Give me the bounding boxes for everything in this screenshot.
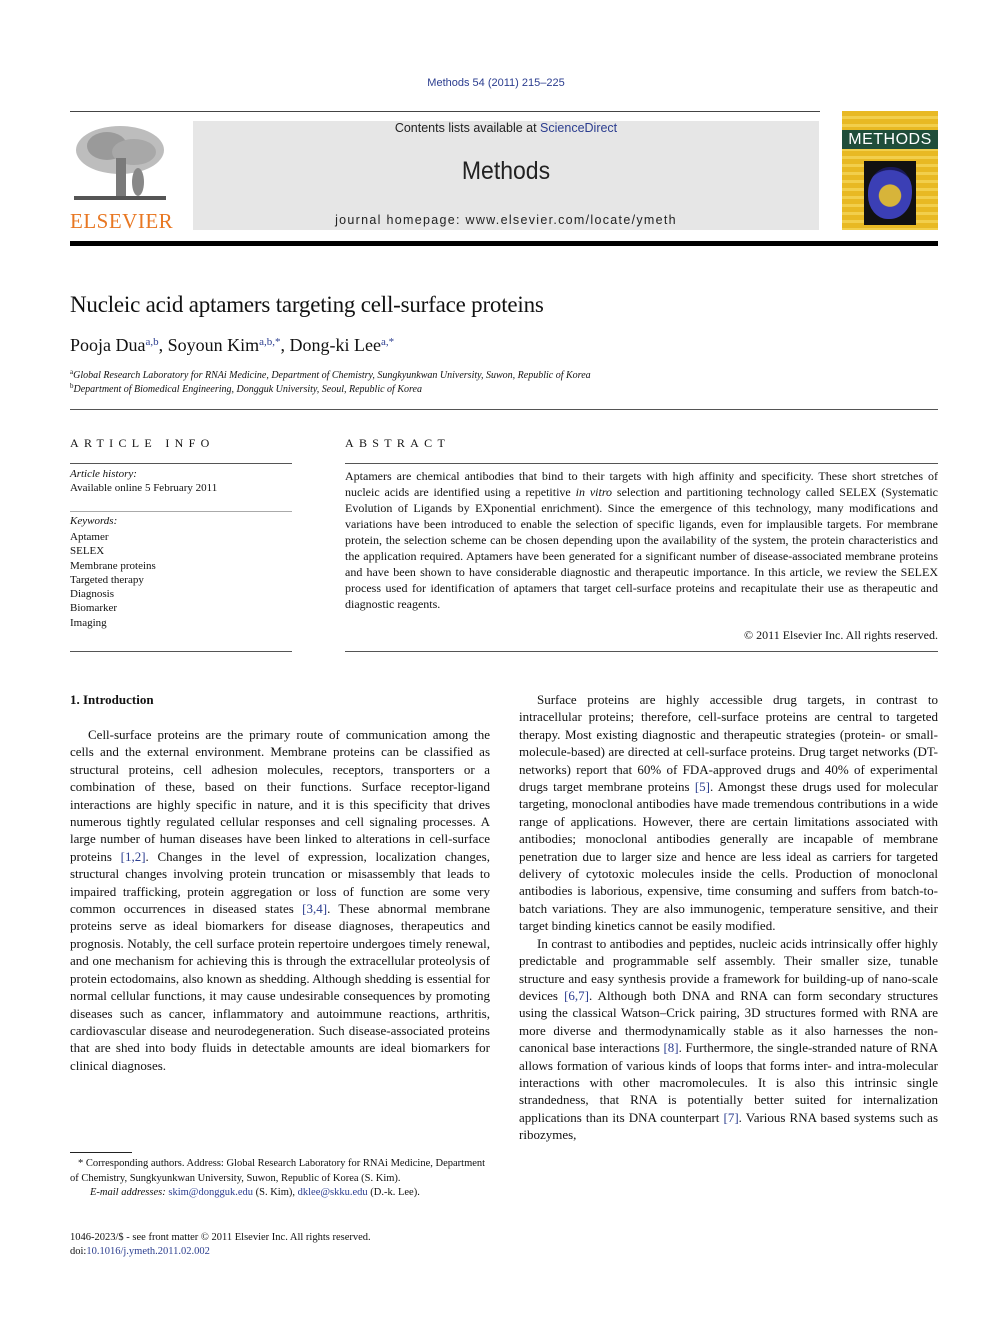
header-heavy-rule bbox=[70, 241, 938, 246]
affiliation-text: Department of Biomedical Engineering, Do… bbox=[73, 384, 422, 395]
abstract-rule bbox=[345, 463, 938, 464]
elsevier-wordmark: ELSEVIER bbox=[70, 209, 174, 233]
author-list: Pooja Duaa,b, Soyoun Kima,b,*, Dong-ki L… bbox=[70, 335, 394, 356]
affiliation-text: Global Research Laboratory for RNAi Medi… bbox=[73, 370, 591, 381]
article-info-rule bbox=[70, 463, 292, 464]
citation-link[interactable]: [3,4] bbox=[302, 901, 327, 916]
author-name[interactable]: Soyoun Kim bbox=[168, 335, 260, 355]
text-run: Cell-surface proteins are the primary ro… bbox=[70, 727, 490, 864]
email-label: E-mail addresses: bbox=[90, 1187, 169, 1198]
doi-link[interactable]: 10.1016/j.ymeth.2011.02.002 bbox=[86, 1246, 210, 1257]
paragraph: In contrast to antibodies and peptides, … bbox=[519, 935, 938, 1144]
email-link[interactable]: skim@dongguk.edu bbox=[168, 1187, 253, 1198]
footnote-rule bbox=[70, 1152, 132, 1153]
affiliation-b: bDepartment of Biomedical Engineering, D… bbox=[70, 382, 422, 395]
keyword: Membrane proteins bbox=[70, 559, 156, 572]
email-link[interactable]: dklee@skku.edu bbox=[298, 1187, 368, 1198]
article-title: Nucleic acid aptamers targeting cell-sur… bbox=[70, 292, 544, 317]
abstract-italic: in vitro bbox=[575, 485, 613, 499]
contents-line: Contents lists available at ScienceDirec… bbox=[193, 121, 819, 135]
keyword: SELEX bbox=[70, 545, 105, 558]
text-run: . Amongst these drugs used for molecular… bbox=[519, 779, 939, 934]
keyword-list: Aptamer SELEX Membrane proteins Targeted… bbox=[70, 530, 156, 630]
sciencedirect-link[interactable]: ScienceDirect bbox=[540, 121, 617, 135]
contents-prefix: Contents lists available at bbox=[394, 121, 541, 135]
author-name[interactable]: Pooja Dua bbox=[70, 335, 146, 355]
citation-link[interactable]: [6,7] bbox=[564, 988, 589, 1003]
left-column: Cell-surface proteins are the primary ro… bbox=[70, 726, 490, 1074]
elsevier-tree-icon bbox=[72, 122, 168, 204]
journal-citation[interactable]: Methods 54 (2011) 215–225 bbox=[0, 77, 992, 89]
keyword: Aptamer bbox=[70, 531, 109, 543]
section-heading: 1. Introduction bbox=[70, 692, 154, 707]
journal-name: Methods bbox=[461, 157, 551, 185]
section-rule bbox=[70, 409, 938, 410]
email-owner: (S. Kim), bbox=[253, 1187, 298, 1198]
citation-link[interactable]: [5] bbox=[695, 779, 710, 794]
elsevier-logo: ELSEVIER bbox=[70, 120, 174, 233]
affiliation-a: aGlobal Research Laboratory for RNAi Med… bbox=[70, 368, 591, 381]
abstract-text: Aptamers are chemical antibodies that bi… bbox=[345, 468, 938, 612]
text-run: . These abnormal membrane proteins serve… bbox=[70, 901, 490, 1073]
keyword: Diagnosis bbox=[70, 588, 114, 601]
paragraph: Surface proteins are highly accessible d… bbox=[519, 691, 938, 935]
email-note: E-mail addresses: skim@dongguk.edu (S. K… bbox=[70, 1186, 490, 1201]
right-column: Surface proteins are highly accessible d… bbox=[519, 691, 938, 1144]
author-affil-mark[interactable]: a,* bbox=[381, 336, 394, 348]
article-history-label: Article history: bbox=[70, 468, 137, 480]
keywords-label: Keywords: bbox=[70, 515, 118, 527]
doi-line: doi:10.1016/j.ymeth.2011.02.002 bbox=[70, 1245, 371, 1259]
cover-title: METHODS bbox=[848, 131, 932, 148]
author-affil-mark[interactable]: a,b bbox=[146, 336, 159, 348]
paragraph: Cell-surface proteins are the primary ro… bbox=[70, 726, 490, 1074]
abstract-rule bbox=[345, 651, 938, 652]
citation-link[interactable]: [8] bbox=[663, 1040, 678, 1055]
issn-line: 1046-2023/$ - see front matter © 2011 El… bbox=[70, 1232, 371, 1243]
doi-prefix: doi: bbox=[70, 1246, 87, 1257]
article-info-heading: ARTICLE INFO bbox=[70, 436, 215, 450]
article-history-value: Available online 5 February 2011 bbox=[70, 482, 218, 494]
footnotes: * Corresponding authors. Address: Global… bbox=[70, 1157, 490, 1201]
author-separator: , bbox=[158, 335, 168, 355]
citation-link[interactable]: [1,2] bbox=[121, 849, 146, 864]
citation-link[interactable]: [7] bbox=[724, 1110, 739, 1125]
keyword: Imaging bbox=[70, 616, 107, 629]
cover-image bbox=[864, 161, 916, 225]
front-matter: 1046-2023/$ - see front matter © 2011 El… bbox=[70, 1231, 371, 1259]
author-affil-mark[interactable]: a,b,* bbox=[259, 336, 280, 348]
article-info-rule bbox=[70, 511, 292, 512]
abstract-copyright: © 2011 Elsevier Inc. All rights reserved… bbox=[744, 628, 938, 642]
cover-figure bbox=[868, 167, 912, 219]
abstract-part: selection and partitioning technology ca… bbox=[345, 485, 939, 611]
header-rule bbox=[70, 111, 820, 112]
journal-cover[interactable]: METHODS bbox=[842, 111, 938, 230]
author-separator: , bbox=[280, 335, 290, 355]
author-name[interactable]: Dong-ki Lee bbox=[290, 335, 381, 355]
journal-homepage[interactable]: journal homepage: www.elsevier.com/locat… bbox=[193, 213, 819, 227]
article-info-rule bbox=[70, 651, 292, 652]
keyword: Targeted therapy bbox=[70, 573, 144, 586]
abstract-heading: ABSTRACT bbox=[345, 436, 451, 450]
corresponding-note: * Corresponding authors. Address: Global… bbox=[70, 1158, 486, 1184]
keyword: Biomarker bbox=[70, 602, 118, 615]
journal-banner: Contents lists available at ScienceDirec… bbox=[193, 121, 819, 230]
email-owner: (D.-k. Lee). bbox=[367, 1187, 420, 1198]
